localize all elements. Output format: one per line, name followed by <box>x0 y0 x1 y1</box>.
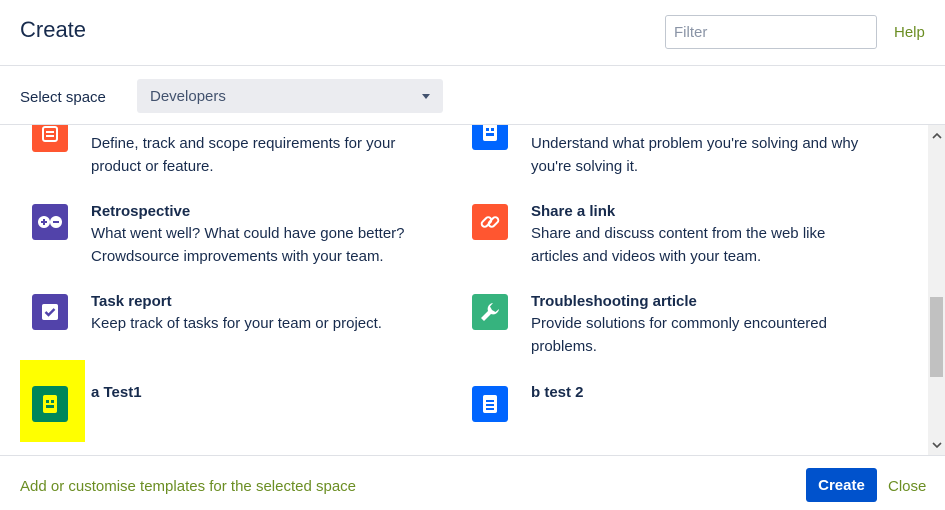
help-link[interactable]: Help <box>894 24 925 41</box>
template-item[interactable]: a Test1 <box>0 360 450 450</box>
template-description: What went well? What could have gone bet… <box>91 225 405 265</box>
document-icon <box>472 386 508 422</box>
checkbox-icon <box>32 294 68 330</box>
vertical-scrollbar[interactable] <box>928 125 945 455</box>
scroll-down-icon[interactable] <box>928 436 945 453</box>
document-icon <box>472 125 508 150</box>
link-icon <box>472 204 508 240</box>
space-selector-row: Select space Developers <box>0 67 945 125</box>
scrollbar-thumb[interactable] <box>930 297 943 377</box>
chevron-down-icon <box>422 94 430 99</box>
template-icon <box>32 386 68 422</box>
space-select[interactable]: Developers <box>137 79 443 113</box>
create-button[interactable]: Create <box>806 468 877 502</box>
template-description: Keep track of tasks for your team or pro… <box>91 315 382 332</box>
template-name: b test 2 <box>531 384 584 401</box>
template-description: Understand what problem you're solving a… <box>531 135 859 175</box>
dialog-title: Create <box>20 17 87 42</box>
template-description: Share and discuss content from the web l… <box>531 225 826 265</box>
template-item[interactable]: Task report Keep track of tasks for your… <box>0 290 450 360</box>
customise-templates-link[interactable]: Add or customise templates for the selec… <box>20 478 356 495</box>
template-item[interactable]: Understand what problem you're solving a… <box>440 125 910 195</box>
wrench-icon <box>472 294 508 330</box>
dialog-header: Create Help <box>0 0 945 66</box>
template-name: Troubleshooting article <box>531 293 697 310</box>
close-button[interactable]: Close <box>888 478 926 495</box>
template-item[interactable]: Retrospective What went well? What could… <box>0 200 450 280</box>
template-item[interactable]: Define, track and scope requirements for… <box>0 125 450 195</box>
scroll-up-icon[interactable] <box>928 127 945 144</box>
retrospective-icon <box>32 204 68 240</box>
dialog-footer: Add or customise templates for the selec… <box>0 455 945 510</box>
template-item[interactable]: Share a link Share and discuss content f… <box>440 200 910 280</box>
template-description: Provide solutions for commonly encounter… <box>531 315 827 355</box>
template-name: a Test1 <box>91 384 142 401</box>
template-name: Share a link <box>531 203 616 220</box>
filter-input[interactable] <box>665 15 877 49</box>
space-select-value: Developers <box>150 88 226 105</box>
requirements-icon <box>32 125 68 152</box>
space-label: Select space <box>20 89 106 106</box>
template-description: Define, track and scope requirements for… <box>91 135 396 175</box>
template-name: Task report <box>91 293 172 310</box>
template-list: Define, track and scope requirements for… <box>0 125 928 455</box>
template-item[interactable]: b test 2 <box>440 360 910 450</box>
template-item[interactable]: Troubleshooting article Provide solution… <box>440 290 910 370</box>
template-name: Retrospective <box>91 203 191 220</box>
